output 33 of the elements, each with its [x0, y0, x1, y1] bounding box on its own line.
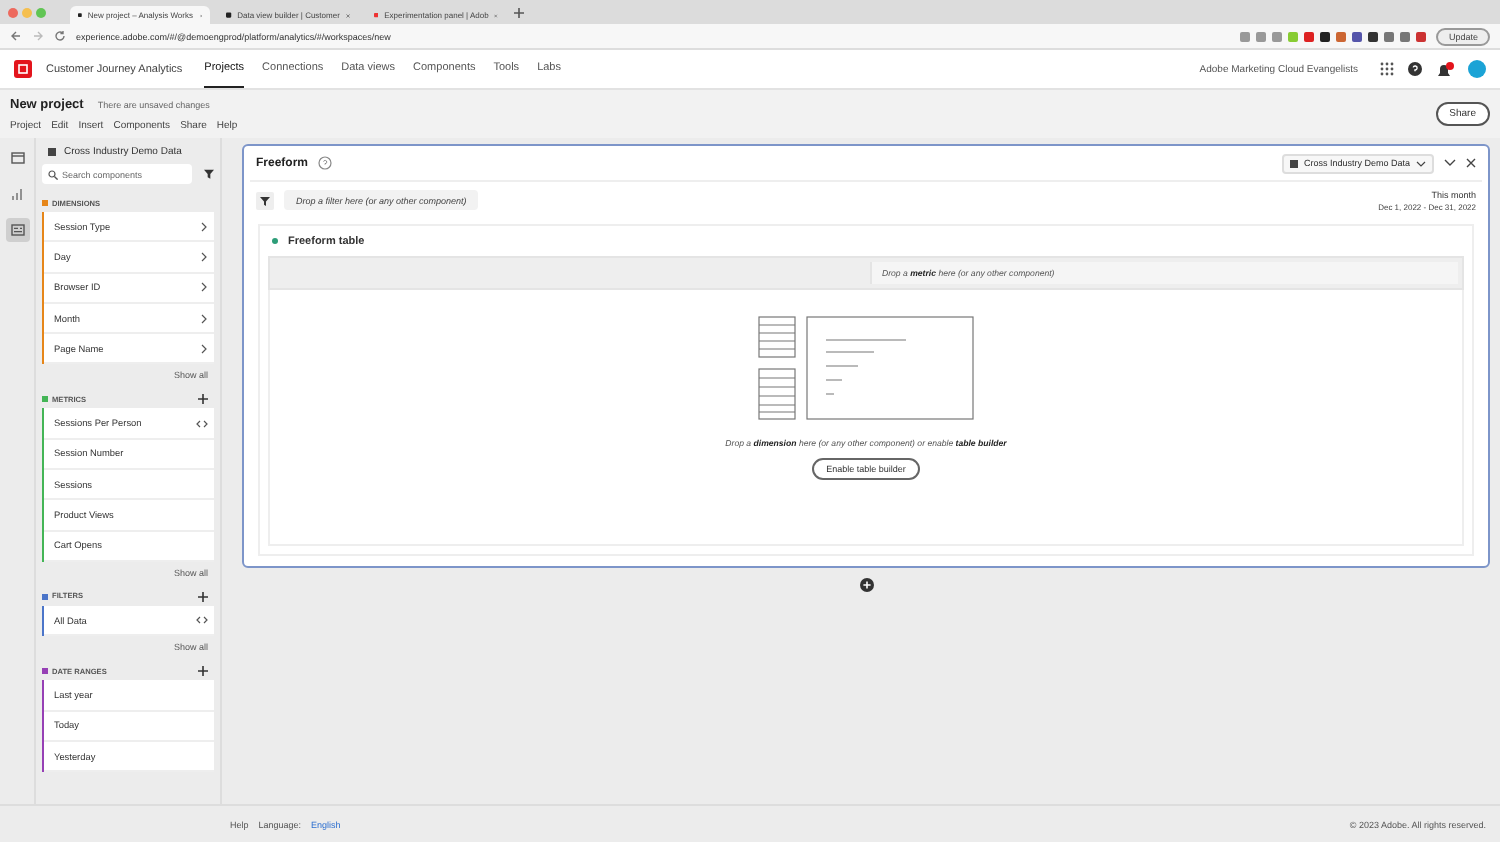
new-tab-icon[interactable]	[514, 7, 524, 17]
reload-icon[interactable]	[54, 30, 66, 42]
filter-icon[interactable]	[204, 168, 214, 180]
add-icon[interactable]	[198, 591, 208, 602]
chevron-down-icon	[1416, 159, 1426, 167]
code-icon[interactable]	[196, 419, 208, 428]
bell-icon[interactable]	[1436, 61, 1454, 77]
help-icon[interactable]	[1408, 62, 1422, 76]
chevron-right-icon[interactable]	[200, 343, 208, 354]
dataset-icon	[48, 147, 56, 155]
info-icon[interactable]	[318, 156, 333, 170]
components-icon[interactable]	[5, 218, 29, 242]
close-icon[interactable]	[1466, 158, 1476, 168]
logo-icon[interactable]	[14, 60, 32, 78]
add-panel-icon[interactable]	[859, 578, 873, 592]
chevron-right-icon[interactable]	[200, 282, 208, 293]
apps-grid-icon[interactable]	[1380, 62, 1394, 76]
chevron-right-icon[interactable]	[200, 221, 208, 232]
back-icon[interactable]	[10, 30, 22, 42]
add-icon[interactable]	[198, 394, 208, 405]
chevron-right-icon[interactable]	[200, 251, 208, 262]
chevron-right-icon[interactable]	[200, 313, 208, 324]
panel-icon[interactable]	[5, 146, 29, 170]
code-icon[interactable]	[196, 616, 208, 625]
filter-icon[interactable]	[256, 191, 274, 209]
add-icon[interactable]	[198, 666, 208, 677]
collapse-icon[interactable]	[1444, 158, 1456, 168]
search-icon	[48, 169, 58, 179]
avatar-icon[interactable]	[1468, 60, 1486, 78]
favicon-icon	[374, 10, 379, 20]
favicon-icon	[226, 10, 232, 20]
status-dot-icon	[272, 238, 278, 244]
dataset-icon	[1289, 159, 1298, 167]
